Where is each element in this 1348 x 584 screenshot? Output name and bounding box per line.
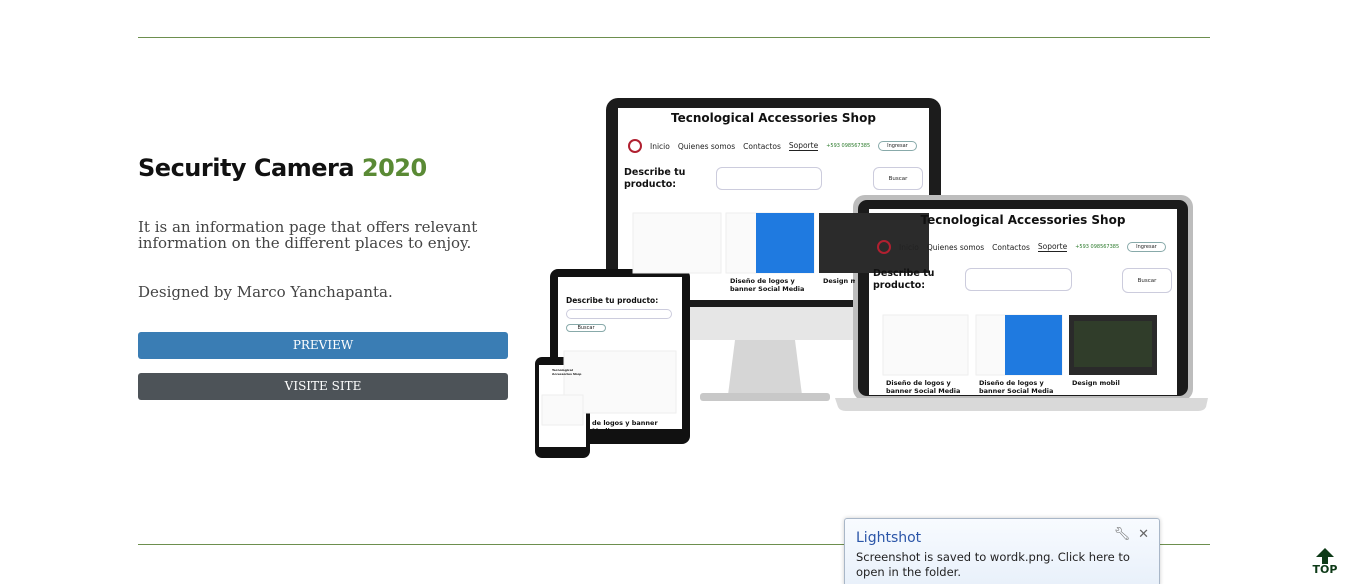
monitor-card-caption-2: Design mobil — [823, 277, 855, 285]
preview-button[interactable]: PREVIEW — [138, 332, 508, 359]
devices-mockup-image: Tecnological Accessories Shop Inicio Qui… — [530, 95, 1220, 465]
phone-site-title: Tecnological Accessories Shop — [552, 368, 582, 376]
laptop-nav-soporte: Soporte — [1037, 242, 1068, 252]
tablet-search-label: Describe tu producto: — [566, 296, 659, 305]
tablet-search-button: Buscar — [566, 324, 606, 332]
lightshot-controls: 🔧︎ ✕ — [1114, 527, 1149, 542]
laptop-card-caption-0: Diseño de logos y banner Social Media — [886, 379, 961, 395]
laptop-search-box — [965, 268, 1072, 291]
monitor-nav: Inicio Quienes somos Contactos Soporte +… — [628, 139, 917, 153]
project-title: Security Camera 2020 — [138, 154, 427, 182]
laptop-card-caption-2: Design mobil — [1072, 379, 1120, 387]
laptop-phone: +593 098567385 — [1075, 244, 1120, 250]
project-description: It is an information page that offers re… — [138, 218, 478, 252]
monitor-nav-soporte: Soporte — [788, 141, 819, 151]
laptop-search-label: Describe tu producto: — [873, 268, 935, 291]
tablet-search-box — [566, 309, 672, 319]
back-to-top-label: TOP — [1312, 563, 1338, 576]
laptop-site-title: Tecnological Accessories Shop — [920, 213, 1126, 227]
laptop-logo-icon — [877, 240, 891, 254]
lightshot-title: Lightshot — [856, 530, 922, 546]
monitor-nav-contactos: Contactos — [743, 141, 781, 151]
tablet-card-caption: de logos y banner Media — [592, 419, 658, 429]
lightshot-notification[interactable]: Lightshot 🔧︎ ✕ Screenshot is saved to wo… — [844, 518, 1160, 584]
monitor-search-box — [716, 167, 822, 190]
top-divider — [138, 37, 1210, 38]
monitor-nav-quienes: Quienes somos — [677, 141, 736, 151]
laptop-search-button: Buscar — [1122, 268, 1172, 293]
laptop-card-caption-1: Diseño de logos y banner Social Media — [979, 379, 1054, 395]
laptop-login: Ingresar — [1127, 242, 1166, 252]
close-icon[interactable]: ✕ — [1138, 527, 1149, 542]
monitor-login: Ingresar — [878, 141, 917, 151]
laptop-nav-contactos: Contactos — [992, 242, 1030, 252]
back-to-top-button[interactable]: TOP — [1312, 547, 1338, 584]
settings-wrench-icon[interactable]: 🔧︎ — [1114, 527, 1131, 542]
project-title-main: Security Camera — [138, 154, 355, 182]
visit-site-button[interactable]: VISITE SITE — [138, 373, 508, 400]
monitor-search-button: Buscar — [873, 167, 923, 190]
monitor-logo-icon — [628, 139, 642, 153]
laptop-nav: Inicio Quienes somos Contactos Soporte +… — [877, 240, 1166, 254]
project-title-year: 2020 — [361, 154, 427, 182]
monitor-nav-inicio: Inicio — [650, 141, 670, 151]
lightshot-message[interactable]: Screenshot is saved to wordk.png. Click … — [856, 550, 1154, 580]
monitor-search-label: Describe tu producto: — [624, 167, 686, 190]
monitor-phone: +593 098567385 — [826, 143, 871, 149]
laptop-nav-quienes: Quienes somos — [926, 242, 985, 252]
project-credit: Designed by Marco Yanchapanta. — [138, 283, 393, 301]
monitor-site-title: Tecnological Accessories Shop — [671, 111, 876, 125]
laptop-nav-inicio: Inicio — [899, 242, 919, 252]
monitor-card-caption-1: Diseño de logos y banner Social Media — [730, 277, 805, 293]
